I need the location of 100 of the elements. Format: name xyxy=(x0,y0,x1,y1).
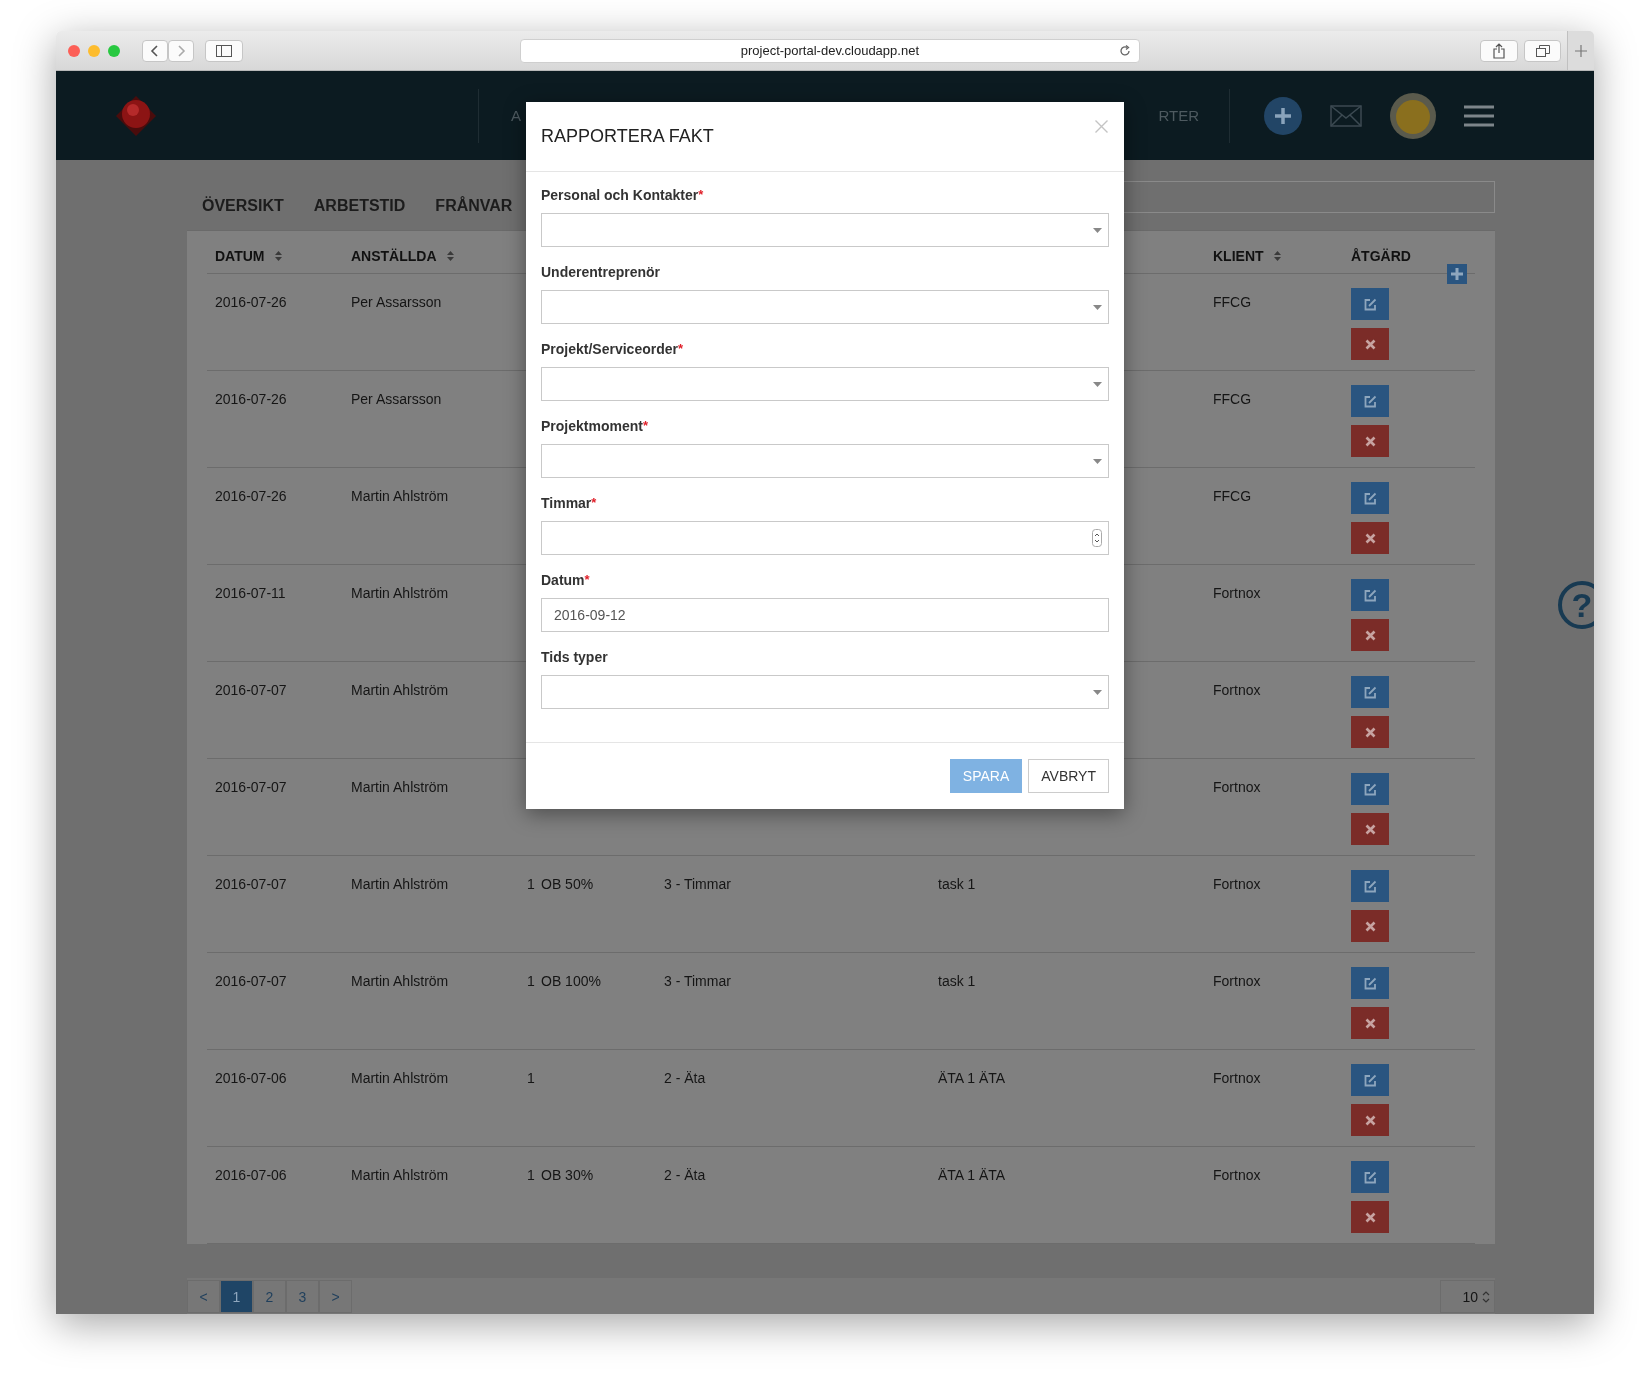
tab[interactable]: ARBETSTID xyxy=(313,196,406,215)
forward-button[interactable] xyxy=(168,39,194,62)
field-label: Projekt/Serviceorder xyxy=(541,341,678,357)
delete-button[interactable] xyxy=(1351,1104,1389,1136)
table-cell: 2016-07-07 xyxy=(215,973,287,989)
table-cell: task 1 xyxy=(938,876,976,892)
edit-button[interactable] xyxy=(1351,482,1389,514)
sidebar-icon xyxy=(215,44,232,57)
sidebar-button[interactable] xyxy=(205,39,243,62)
edit-button[interactable] xyxy=(1351,967,1389,999)
delete-button[interactable] xyxy=(1351,619,1389,651)
input-field[interactable] xyxy=(541,521,1109,555)
column-header[interactable]: ANSTÄLLDA xyxy=(351,248,437,264)
edit-button[interactable] xyxy=(1351,288,1389,320)
spinner-icon[interactable] xyxy=(1092,529,1102,547)
table-cell: OB 50% xyxy=(541,876,594,892)
edit-icon xyxy=(1363,1170,1377,1184)
edit-button[interactable] xyxy=(1351,870,1389,902)
share-button[interactable] xyxy=(1480,39,1518,62)
table-cell: Fortnox xyxy=(1213,779,1261,795)
required-mark: * xyxy=(677,341,684,356)
column-header[interactable]: KLIENT xyxy=(1213,248,1264,264)
table-cell: 2016-07-06 xyxy=(215,1070,287,1086)
edit-button[interactable] xyxy=(1351,1064,1389,1096)
dropdown-field[interactable] xyxy=(541,290,1109,324)
caret-icon xyxy=(1093,458,1102,464)
dropdown-field[interactable] xyxy=(541,444,1109,478)
close-icon[interactable] xyxy=(1095,120,1108,133)
dropdown-field[interactable] xyxy=(541,213,1109,247)
sort-icon[interactable] xyxy=(1273,251,1281,261)
delete-button[interactable] xyxy=(1351,425,1389,457)
field-label: Datum xyxy=(541,572,585,588)
caret-icon xyxy=(1093,227,1102,233)
dropdown-field[interactable] xyxy=(541,675,1109,709)
menu-icon[interactable] xyxy=(1464,104,1494,127)
table-cell: Martin Ahlström xyxy=(351,1167,449,1183)
sort-icon[interactable] xyxy=(446,251,454,261)
edit-button[interactable] xyxy=(1351,773,1389,805)
nav-link[interactable]: RTER xyxy=(1158,107,1199,124)
delete-button[interactable] xyxy=(1351,328,1389,360)
add-icon[interactable] xyxy=(1264,96,1302,135)
table-cell: 2 - Äta xyxy=(664,1070,706,1086)
edit-icon xyxy=(1363,879,1377,893)
column-header[interactable]: DATUM xyxy=(215,248,265,264)
input-field[interactable]: 2016-09-12 xyxy=(541,598,1109,632)
edit-button[interactable] xyxy=(1351,676,1389,708)
page-button[interactable]: 3 xyxy=(286,1280,319,1313)
table-cell: Martin Ahlström xyxy=(351,1070,449,1086)
reload-icon[interactable] xyxy=(1119,44,1132,57)
table-cell: Fortnox xyxy=(1213,585,1261,601)
page-size-field[interactable]: 10 xyxy=(1440,1280,1495,1313)
mail-icon[interactable] xyxy=(1330,104,1362,127)
close-icon xyxy=(1364,1017,1376,1029)
new-tab-button[interactable] xyxy=(1567,31,1594,70)
zoom-window-button[interactable] xyxy=(108,44,120,57)
sort-icon[interactable] xyxy=(274,251,282,261)
nav-link[interactable]: A xyxy=(511,107,521,124)
cancel-button[interactable]: AVBRYT xyxy=(1028,759,1109,793)
page-button[interactable]: 2 xyxy=(253,1280,286,1313)
table-cell: Per Assarsson xyxy=(351,294,442,310)
tabs-button[interactable] xyxy=(1523,39,1562,62)
delete-button[interactable] xyxy=(1351,910,1389,942)
next-page-button[interactable]: > xyxy=(319,1280,352,1313)
edit-button[interactable] xyxy=(1351,579,1389,611)
delete-button[interactable] xyxy=(1351,716,1389,748)
edit-button[interactable] xyxy=(1351,1161,1389,1193)
caret-icon xyxy=(1093,304,1102,310)
tab[interactable]: FRÅNVAR xyxy=(435,196,513,215)
edit-icon xyxy=(1363,491,1377,505)
close-icon xyxy=(1364,1114,1376,1126)
dropdown-field[interactable] xyxy=(541,367,1109,401)
tab[interactable]: ÖVERSIKT xyxy=(202,196,284,215)
table-cell: 1 xyxy=(527,1070,535,1086)
table-cell: Fortnox xyxy=(1213,1167,1261,1183)
save-button[interactable]: SPARA xyxy=(949,759,1023,793)
close-icon xyxy=(1364,338,1376,350)
table-cell: 1 xyxy=(527,876,535,892)
table-cell: ÄTA 1 ÄTA xyxy=(938,1070,1006,1086)
back-button[interactable] xyxy=(142,39,168,62)
delete-button[interactable] xyxy=(1351,813,1389,845)
field-label: Projektmoment xyxy=(541,418,643,434)
delete-button[interactable] xyxy=(1351,1201,1389,1233)
caret-icon xyxy=(1093,689,1102,695)
close-window-button[interactable] xyxy=(68,44,80,57)
table-cell: OB 30% xyxy=(541,1167,594,1183)
delete-button[interactable] xyxy=(1351,522,1389,554)
back-icon xyxy=(150,43,160,58)
avatar[interactable] xyxy=(1390,92,1436,139)
modal-title: RAPPORTERA FAKT xyxy=(541,126,714,147)
previous-page-button[interactable]: < xyxy=(187,1280,220,1313)
table-cell: 2016-07-07 xyxy=(215,876,287,892)
delete-button[interactable] xyxy=(1351,1007,1389,1039)
edit-button[interactable] xyxy=(1351,385,1389,417)
address-bar[interactable]: project-portal-dev.cloudapp.net xyxy=(519,38,1141,63)
add-row-button[interactable] xyxy=(1447,264,1467,284)
help-button[interactable]: ? xyxy=(1558,581,1594,629)
page-button[interactable]: 1 xyxy=(220,1280,253,1313)
column-header[interactable]: ÅTGÄRD xyxy=(1351,248,1411,264)
table-cell: Martin Ahlström xyxy=(351,973,449,989)
table-cell: 2016-07-11 xyxy=(215,585,286,601)
